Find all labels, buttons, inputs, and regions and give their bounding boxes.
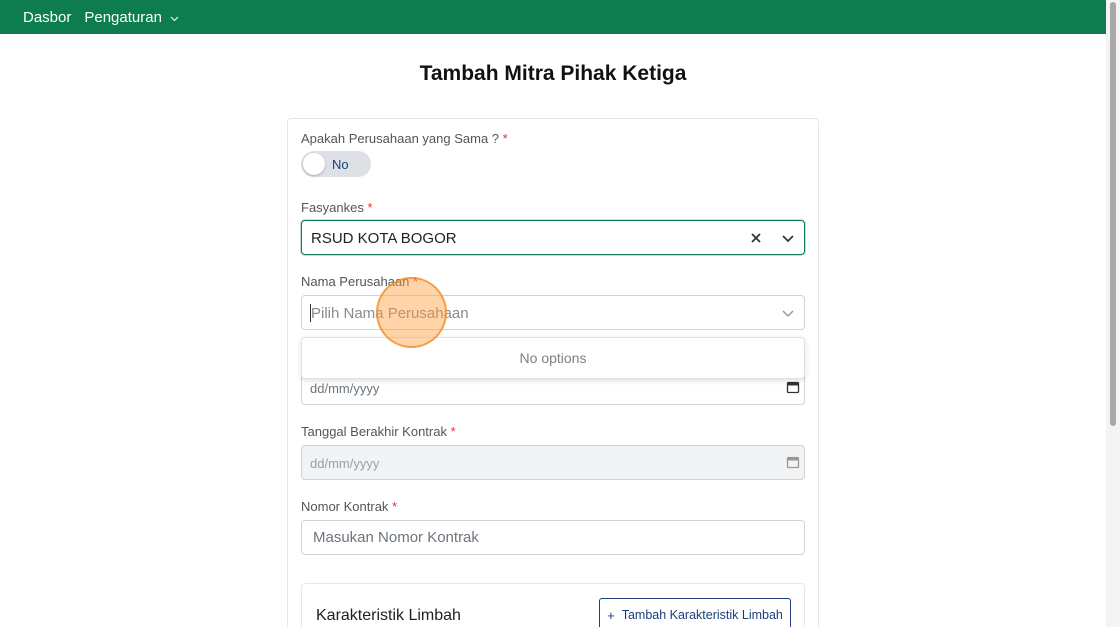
top-navbar: Dasbor Pengaturan — [0, 0, 1106, 34]
required-mark: * — [413, 274, 419, 289]
waste-characteristics-title: Karakteristik Limbah — [316, 607, 461, 624]
contract-start-date-placeholder: dd/mm/yyyy — [310, 381, 380, 396]
waste-characteristics-card: Karakteristik Limbah + Tambah Karakteris… — [301, 583, 805, 627]
add-waste-characteristic-button[interactable]: + Tambah Karakteristik Limbah — [599, 598, 791, 627]
contract-number-label: Nomor Kontrak * — [301, 499, 398, 514]
required-mark: * — [367, 200, 373, 215]
contract-end-label: Tanggal Berakhir Kontrak * — [301, 424, 456, 439]
required-mark: * — [392, 499, 398, 514]
same-company-toggle[interactable]: No — [301, 151, 371, 177]
contract-number-input[interactable] — [301, 520, 805, 555]
required-mark: * — [450, 424, 456, 439]
close-icon[interactable] — [748, 230, 764, 246]
fasyankes-select[interactable]: RSUD KOTA BOGOR — [301, 220, 805, 255]
chevron-down-icon — [170, 9, 179, 26]
page-scrollbar[interactable] — [1106, 0, 1120, 627]
add-button-label: Tambah Karakteristik Limbah — [621, 608, 783, 622]
fasyankes-label: Fasyankes * — [301, 200, 373, 215]
fasyankes-selected-value: RSUD KOTA BOGOR — [311, 230, 457, 247]
chevron-down-icon[interactable] — [780, 230, 796, 246]
contract-end-date-input[interactable]: dd/mm/yyyy — [301, 445, 805, 480]
company-name-dropdown-menu: No options — [301, 337, 805, 379]
plus-icon: + — [607, 607, 615, 623]
company-name-label: Nama Perusahaan * — [301, 274, 419, 289]
required-mark: * — [502, 131, 508, 146]
toggle-state-text: No — [332, 157, 349, 172]
company-name-select[interactable]: Pilih Nama Perusahaan — [301, 295, 805, 330]
same-company-label: Apakah Perusahaan yang Sama ? * — [301, 131, 508, 146]
no-options-message: No options — [519, 350, 587, 366]
nav-settings-dropdown[interactable]: Pengaturan — [84, 9, 179, 26]
calendar-icon[interactable] — [786, 380, 800, 394]
company-name-placeholder: Pilih Nama Perusahaan — [311, 305, 469, 322]
chevron-down-icon[interactable] — [780, 305, 796, 321]
scrollbar-thumb[interactable] — [1110, 2, 1116, 426]
nav-settings-label: Pengaturan — [84, 8, 162, 26]
nav-dashboard-link[interactable]: Dasbor — [23, 9, 71, 26]
calendar-icon[interactable] — [786, 455, 800, 469]
page-title: Tambah Mitra Pihak Ketiga — [419, 62, 687, 85]
contract-end-date-placeholder: dd/mm/yyyy — [310, 456, 380, 471]
toggle-knob — [303, 153, 325, 175]
